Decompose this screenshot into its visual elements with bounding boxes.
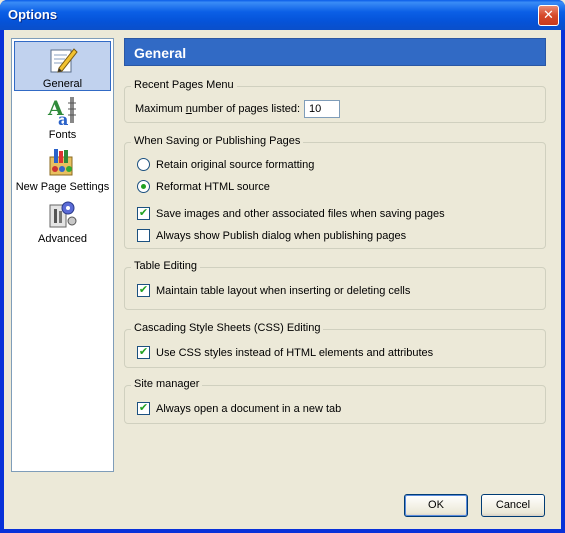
sidebar-item-advanced[interactable]: Advanced: [14, 197, 111, 247]
recent-pages-group: Recent Pages Menu Maximum number of page…: [124, 79, 546, 123]
retain-formatting-radio[interactable]: [137, 157, 150, 171]
sidebar-item-label: Fonts: [48, 129, 77, 141]
save-images-checkbox[interactable]: ✔: [137, 206, 150, 220]
saving-group: When Saving or Publishing Pages Retain o…: [124, 135, 546, 249]
sidebar-item-label: General: [42, 78, 83, 90]
group-title: Cascading Style Sheets (CSS) Editing: [131, 322, 324, 334]
group-title: Site manager: [131, 378, 203, 390]
save-images-option[interactable]: ✔ Save images and other associated files …: [137, 206, 445, 223]
max-pages-label: Maximum number of pages listed:: [135, 102, 300, 118]
sidebar-item-label: Advanced: [38, 233, 87, 245]
svg-text:a: a: [58, 110, 68, 127]
save-images-label: Save images and other associated files w…: [156, 208, 445, 220]
title-bar[interactable]: Options ✕: [0, 0, 565, 30]
retain-formatting-label: Retain original source formatting: [156, 159, 315, 171]
publish-dialog-option[interactable]: Always show Publish dialog when publishi…: [137, 228, 407, 245]
group-title: Table Editing: [131, 260, 200, 272]
table-editing-group: Table Editing ✔ Maintain table layout whe…: [124, 260, 546, 310]
category-list[interactable]: General A a Fonts New Page Settings Adva…: [11, 38, 114, 472]
publish-dialog-checkbox[interactable]: [137, 228, 150, 242]
reformat-html-radio[interactable]: [137, 179, 150, 193]
new-tab-option[interactable]: ✔ Always open a document in a new tab: [137, 401, 342, 418]
new-page-settings-icon: [49, 149, 73, 176]
close-button[interactable]: ✕: [538, 5, 559, 26]
reformat-html-option[interactable]: Reformat HTML source: [137, 179, 270, 196]
fonts-icon: A a: [47, 96, 76, 127]
reformat-html-label: Reformat HTML source: [156, 181, 270, 193]
window-title: Options: [8, 7, 58, 22]
use-css-checkbox[interactable]: ✔: [137, 345, 150, 359]
use-css-label: Use CSS styles instead of HTML elements …: [156, 347, 434, 359]
page-title-text: General: [134, 45, 187, 61]
publish-dialog-label: Always show Publish dialog when publishi…: [156, 230, 407, 242]
maintain-table-option[interactable]: ✔ Maintain table layout when inserting or…: [137, 283, 411, 300]
page-title: General: [124, 38, 546, 66]
cancel-button[interactable]: Cancel: [481, 494, 545, 517]
sidebar-item-label: New Page Settings: [15, 181, 110, 193]
new-tab-label: Always open a document in a new tab: [156, 403, 342, 415]
maintain-table-checkbox[interactable]: ✔: [137, 283, 150, 297]
close-icon: ✕: [543, 7, 554, 22]
site-manager-group: Site manager ✔ Always open a document in …: [124, 378, 546, 424]
general-icon: [50, 48, 78, 73]
sidebar-item-general[interactable]: General: [14, 41, 111, 91]
css-editing-group: Cascading Style Sheets (CSS) Editing ✔ Us…: [124, 322, 546, 368]
advanced-icon: [49, 201, 77, 228]
ok-button[interactable]: OK: [404, 494, 468, 517]
max-pages-label-suffix: umber of pages listed:: [191, 103, 301, 115]
retain-formatting-option[interactable]: Retain original source formatting: [137, 157, 315, 174]
use-css-option[interactable]: ✔ Use CSS styles instead of HTML elements…: [137, 345, 434, 362]
group-title: Recent Pages Menu: [131, 79, 237, 91]
sidebar-item-fonts[interactable]: A a Fonts: [14, 93, 111, 143]
group-title: When Saving or Publishing Pages: [131, 135, 304, 147]
maintain-table-label: Maintain table layout when inserting or …: [156, 285, 411, 297]
max-pages-input[interactable]: [304, 100, 340, 118]
new-tab-checkbox[interactable]: ✔: [137, 401, 150, 415]
sidebar-item-new-page-settings[interactable]: New Page Settings: [14, 145, 111, 195]
max-pages-label-prefix: Maximum: [135, 103, 186, 115]
